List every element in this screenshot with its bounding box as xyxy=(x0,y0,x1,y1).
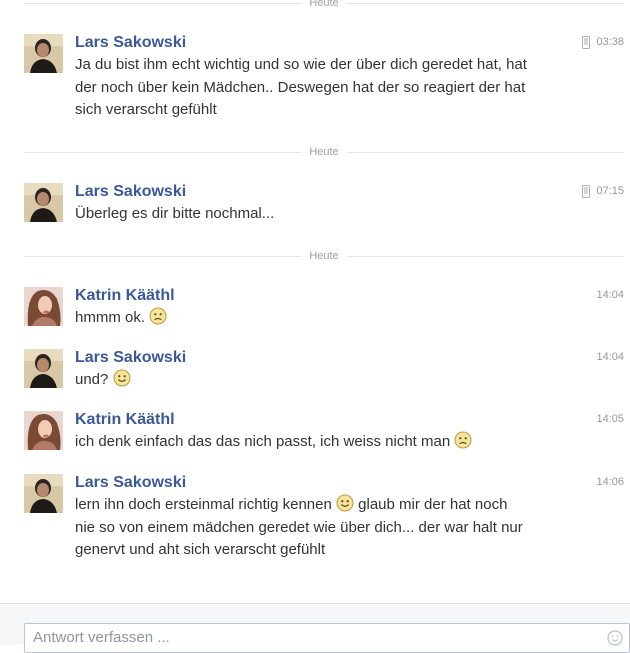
message-body: Überleg es dir bitte nochmal... xyxy=(75,203,545,226)
message: Katrin Kääthl 14:05 ich denk einfach das… xyxy=(24,411,624,455)
message-body: lern ihn doch ersteinmal richtig kennen … xyxy=(75,494,545,562)
message-meta: 03:38 xyxy=(582,35,624,49)
message-body: und? xyxy=(75,369,545,392)
date-divider-label: Heute xyxy=(301,145,347,159)
message-line: nie so von einem mädchen geredet wie übe… xyxy=(75,518,523,536)
message-meta: 14:04 xyxy=(596,350,624,364)
message-meta: 14:04 xyxy=(596,288,624,302)
message-time: 14:05 xyxy=(596,413,624,425)
message: Lars Sakowski 14:04 und? xyxy=(24,349,624,393)
avatar[interactable] xyxy=(24,349,63,388)
date-divider: Heute xyxy=(24,145,624,159)
message-text: glaub mir der hat noch xyxy=(358,496,508,513)
date-divider: Heute xyxy=(24,0,624,10)
message-text: lern ihn doch ersteinmal richtig kennen xyxy=(75,496,332,513)
message-line: genervt und aht sich verarscht gefühlt xyxy=(75,541,326,558)
smile-emoticon-icon xyxy=(113,369,131,387)
sender-name[interactable]: Lars Sakowski xyxy=(75,474,186,492)
mobile-phone-icon xyxy=(582,184,591,198)
message-line: der noch über kein Mädchen.. Deswegen ha… xyxy=(75,78,526,96)
date-divider-label: Heute xyxy=(301,249,347,263)
message-meta: 14:05 xyxy=(596,412,624,426)
sender-name[interactable]: Lars Sakowski xyxy=(75,349,186,367)
smile-emoticon-icon xyxy=(336,494,354,512)
frown-emoticon-icon xyxy=(149,307,167,325)
message-time: 03:38 xyxy=(596,36,624,48)
avatar[interactable] xyxy=(24,411,63,450)
message-time: 14:06 xyxy=(596,476,624,488)
message-time: 14:04 xyxy=(596,289,624,301)
message-time: 14:04 xyxy=(596,351,624,363)
message-text: hmmm ok. xyxy=(75,309,146,326)
reply-area xyxy=(0,603,630,653)
avatar[interactable] xyxy=(24,474,63,513)
message-meta: 14:06 xyxy=(596,475,624,489)
message-line: Ja du bist ihm echt wichtig und so wie d… xyxy=(75,56,527,73)
sender-name[interactable]: Lars Sakowski xyxy=(75,34,186,52)
message-text: ich denk einfach das das nich passt, ich… xyxy=(75,433,451,450)
reply-input[interactable] xyxy=(25,624,601,650)
avatar[interactable] xyxy=(24,183,63,222)
sender-name[interactable]: Katrin Kääthl xyxy=(75,287,175,305)
date-divider: Heute xyxy=(24,249,624,263)
date-divider-label: Heute xyxy=(301,0,347,10)
reply-box xyxy=(24,623,630,653)
avatar[interactable] xyxy=(24,287,63,326)
message: Katrin Kääthl 14:04 hmmm ok. xyxy=(24,287,624,331)
message-body: Ja du bist ihm echt wichtig und so wie d… xyxy=(75,54,545,122)
emoji-picker-icon[interactable] xyxy=(607,630,623,651)
message-line: Überleg es dir bitte nochmal... xyxy=(75,205,275,222)
message-text: und? xyxy=(75,371,109,388)
sender-name[interactable]: Katrin Kääthl xyxy=(75,411,175,429)
message-body: ich denk einfach das das nich passt, ich… xyxy=(75,431,545,454)
message-time: 07:15 xyxy=(596,185,624,197)
message: Lars Sakowski 07:15 Überleg es dir bitte… xyxy=(24,183,624,227)
message-line: lern ihn doch ersteinmal richtig kennen … xyxy=(75,494,545,517)
message-line: sich verarscht gefühlt xyxy=(75,101,217,118)
message-meta: 07:15 xyxy=(582,184,624,198)
message: Lars Sakowski 03:38 Ja du bist ihm echt … xyxy=(24,34,624,124)
frown-emoticon-icon xyxy=(454,431,472,449)
avatar[interactable] xyxy=(24,34,63,73)
mobile-phone-icon xyxy=(582,35,591,49)
message: Lars Sakowski 14:06 lern ihn doch erstei… xyxy=(24,474,624,564)
sender-name[interactable]: Lars Sakowski xyxy=(75,183,186,201)
message-body: hmmm ok. xyxy=(75,307,545,330)
